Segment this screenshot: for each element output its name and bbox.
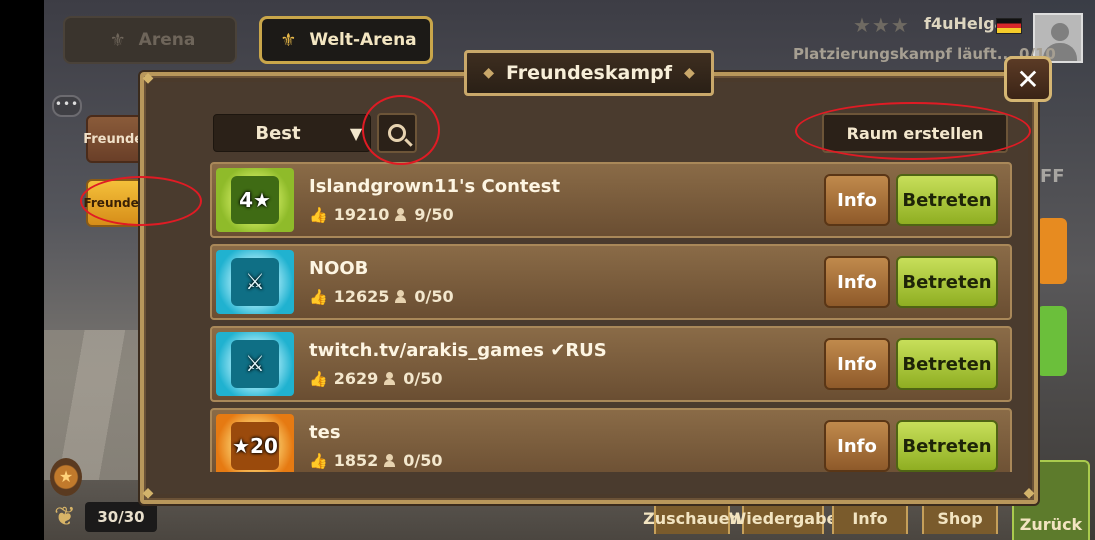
room-badge-icon: ⚔ [216,332,294,396]
room-join-button[interactable]: Betreten [896,420,998,472]
german-flag-icon [996,18,1022,34]
room-join-button[interactable]: Betreten [896,256,998,308]
letterbox-left [0,0,44,540]
room-info-button[interactable]: Info [824,256,890,308]
thumbs-up-icon: 👍 [309,451,328,470]
room-join-button[interactable]: Betreten [896,338,998,390]
player-name: f4uHelga [924,14,1006,33]
thumbs-up-icon: 👍 [309,369,328,388]
thumbs-up-icon: 👍 [309,205,328,224]
room-badge-icon: ★20 [216,414,294,472]
room-title: Islandgrown11's Contest [309,176,561,197]
background-button-green [1037,306,1067,376]
dialog-title-plaque: ◆ Freundeskampf ◆ [464,50,714,96]
tab-welt-arena-label: Welt-Arena [309,30,417,50]
close-icon: ✕ [1016,62,1040,96]
room-likes: 1852 [333,451,379,470]
background-button-orange [1037,218,1067,284]
energy-icon: ❦ [54,502,76,532]
room-players: 0/50 [414,287,454,306]
room-likes: 19210 [333,205,390,224]
close-button[interactable]: ✕ [1004,56,1052,102]
list-item[interactable]: ⚔ twitch.tv/arakis_games ✔RUS 👍 2629 0/5… [210,326,1012,402]
room-badge-icon: ⚔ [216,250,294,314]
room-badge-label: ⚔ [231,258,279,306]
diamond-ornament-icon: ◆ [684,65,695,81]
world-arena-crest-icon: ⚜ [280,29,297,51]
sort-dropdown[interactable]: Best ▼ [213,114,371,152]
sort-value: Best [255,122,301,144]
list-item[interactable]: ⚔ NOOB 👍 12625 0/50 Info Betreten [210,244,1012,320]
room-stats: 👍 2629 0/50 [309,369,442,388]
room-info-button[interactable]: Info [824,420,890,472]
background-label: FF [1040,166,1065,187]
room-players: 9/50 [414,205,454,224]
room-badge-label: ★20 [231,422,279,470]
highlight-ring-create-room [795,102,1031,160]
tab-welt-arena[interactable]: ⚜ Welt-Arena [259,16,433,64]
person-icon [384,454,396,467]
medal-icon: ★ [50,458,82,496]
game-screen: ⚜ Arena ⚜ Welt-Arena ★★★ f4uHelga Platzi… [0,0,1095,540]
person-icon [395,290,407,303]
room-likes: 2629 [333,369,379,388]
room-badge-icon: 4★ [216,168,294,232]
room-title: NOOB [309,258,369,279]
highlight-ring-search [362,95,440,165]
person-icon [384,372,396,385]
avatar-head [1051,23,1069,41]
corner-ornament-icon: ◆ [142,70,154,86]
list-item[interactable]: 4★ Islandgrown11's Contest 👍 19210 9/50 … [210,162,1012,238]
dialog-title: Freundeskampf [506,62,672,84]
tab-arena[interactable]: ⚜ Arena [63,16,237,64]
room-title: twitch.tv/arakis_games ✔RUS [309,340,607,361]
room-players: 0/50 [403,369,443,388]
room-players: 0/50 [403,451,443,470]
room-badge-label: ⚔ [231,340,279,388]
room-stats: 👍 19210 9/50 [309,205,454,224]
room-stats: 👍 12625 0/50 [309,287,454,306]
room-title: tes [309,422,341,443]
corner-ornament-icon: ◆ [142,485,154,501]
diamond-ornament-icon: ◆ [483,65,494,81]
chat-icon[interactable]: ••• [52,95,82,117]
rank-stars-icon: ★★★ [853,13,910,37]
room-join-button[interactable]: Betreten [896,174,998,226]
list-item[interactable]: ★20 tes 👍 1852 0/50 Info Betreten [210,408,1012,472]
room-info-button[interactable]: Info [824,338,890,390]
arena-crest-icon: ⚜ [109,29,126,51]
room-stats: 👍 1852 0/50 [309,451,442,470]
room-likes: 12625 [333,287,390,306]
corner-ornament-icon: ◆ [1023,485,1035,501]
person-icon [395,208,407,221]
thumbs-up-icon: 👍 [309,287,328,306]
room-info-button[interactable]: Info [824,174,890,226]
tab-arena-label: Arena [138,30,196,50]
room-badge-label: 4★ [231,176,279,224]
highlight-ring-freundescontest [80,176,202,226]
room-list[interactable]: 4★ Islandgrown11's Contest 👍 19210 9/50 … [210,162,1012,472]
energy-counter: 30/30 [85,502,157,532]
